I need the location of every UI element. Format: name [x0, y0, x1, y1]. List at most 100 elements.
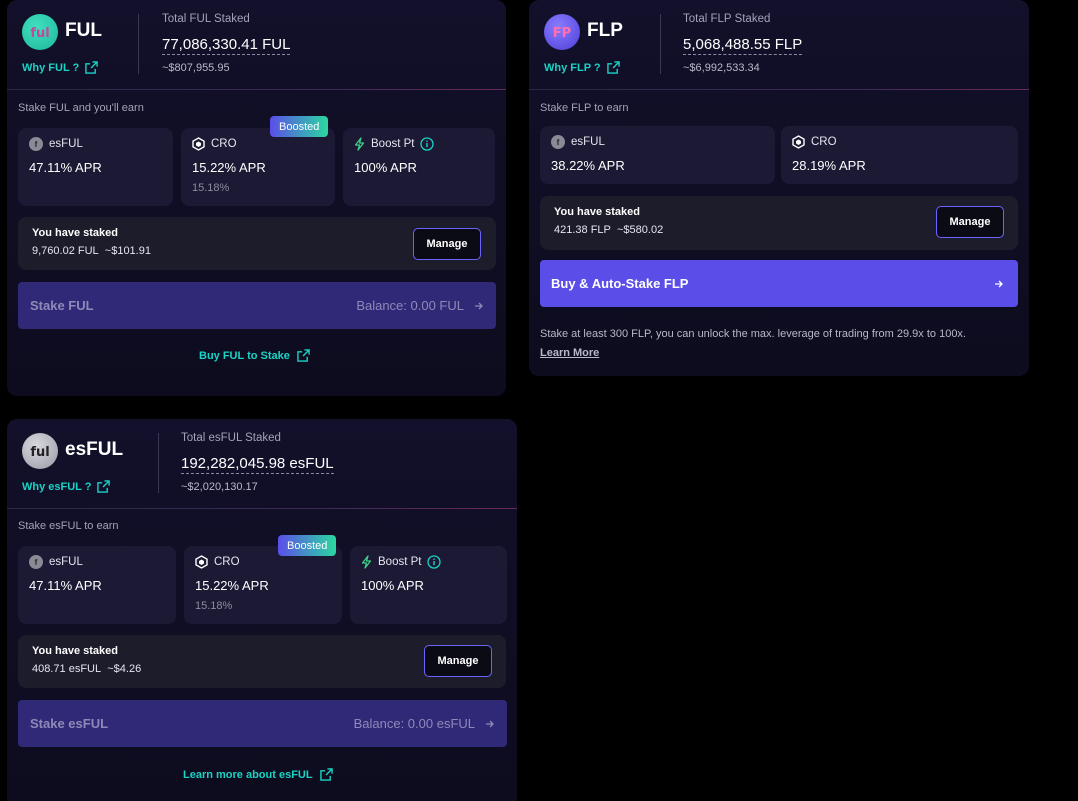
balance-label: Balance: 0.00 FUL: [356, 298, 464, 313]
staked-usd: ~$101.91: [104, 245, 151, 257]
reward-name: CRO: [811, 136, 837, 148]
reward-name: CRO: [211, 138, 237, 150]
balance-label: Balance: 0.00 esFUL: [353, 716, 475, 731]
reward-name: esFUL: [49, 138, 83, 150]
learn-more-esful-label: Learn more about esFUL: [183, 768, 313, 781]
reward-base-apr: 15.18%: [192, 182, 230, 194]
learn-more-esful-link[interactable]: Learn more about esFUL: [183, 768, 333, 781]
svg-text:ful: ful: [30, 445, 49, 460]
header-divider: [138, 14, 139, 74]
why-esful-label: Why esFUL ?: [22, 480, 92, 493]
staked-amount: 421.38 FLP: [554, 224, 611, 236]
staked-amount-row: 408.71 esFUL ~$4.26: [32, 663, 141, 675]
ful-staked-box: You have staked 9,760.02 FUL ~$101.91 Ma…: [18, 217, 496, 270]
reward-apr: 47.11% APR: [29, 578, 102, 593]
esful-icon: f: [551, 135, 565, 149]
reward-apr: 38.22% APR: [551, 158, 625, 173]
cro-icon: [192, 137, 205, 151]
staked-amount: 408.71 esFUL: [32, 663, 102, 675]
staked-title: You have staked: [32, 645, 118, 657]
external-link-icon: [606, 61, 620, 74]
flp-card-header: FP FLP Why FLP ? Total FLP Staked 5,068,…: [529, 0, 1029, 90]
ful-reward-boost: Boost Pt 100% APR: [343, 128, 495, 206]
bolt-icon: [361, 555, 372, 569]
staked-amount: 9,760.02 FUL: [32, 245, 99, 257]
why-esful-link[interactable]: Why esFUL ?: [22, 480, 111, 493]
stake-esful-button[interactable]: Stake esFUL Balance: 0.00 esFUL: [18, 700, 507, 747]
total-ful-usd: ~$807,955.95: [162, 62, 230, 74]
cro-icon: [195, 555, 208, 569]
buy-auto-stake-flp-button[interactable]: Buy & Auto-Stake FLP: [540, 260, 1018, 307]
flp-staked-box: You have staked 421.38 FLP ~$580.02 Mana…: [540, 196, 1018, 250]
arrow-right-icon: [486, 720, 494, 727]
bolt-icon: [354, 137, 365, 151]
staked-title: You have staked: [32, 227, 118, 239]
boosted-badge: Boosted: [278, 535, 337, 556]
staked-amount-row: 421.38 FLP ~$580.02: [554, 224, 663, 236]
buy-ful-label: Buy FUL to Stake: [199, 349, 290, 362]
reward-apr: 100% APR: [354, 160, 417, 175]
reward-apr: 28.19% APR: [792, 158, 866, 173]
buy-auto-stake-label: Buy & Auto-Stake FLP: [551, 276, 689, 291]
staked-amount-row: 9,760.02 FUL ~$101.91: [32, 245, 151, 257]
cro-icon: [792, 135, 805, 149]
staked-usd: ~$580.02: [617, 224, 664, 236]
esful-icon: f: [29, 555, 43, 569]
reward-apr: 47.11% APR: [29, 160, 102, 175]
ful-card-header: ful FUL Why FUL ? Total FUL Staked 77,08…: [7, 0, 506, 90]
reward-name: Boost Pt: [378, 556, 422, 568]
total-esful-usd: ~$2,020,130.17: [181, 481, 258, 493]
info-icon[interactable]: [420, 137, 435, 151]
esful-staked-box: You have staked 408.71 esFUL ~$4.26 Mana…: [18, 635, 506, 688]
total-esful-label: Total esFUL Staked: [181, 432, 281, 444]
esful-card-header: ful esFUL Why esFUL ? Total esFUL Staked…: [7, 419, 517, 509]
ful-logo: ful: [22, 14, 58, 50]
reward-apr: 100% APR: [361, 578, 424, 593]
arrow-right-icon: [475, 302, 483, 309]
learn-more-link[interactable]: Learn More: [540, 347, 599, 359]
reward-base-apr: 15.18%: [195, 600, 233, 612]
flp-title: FLP: [587, 20, 623, 41]
manage-button[interactable]: Manage: [936, 206, 1004, 238]
reward-name: esFUL: [571, 136, 605, 148]
total-ful-value: 77,086,330.41 FUL: [162, 36, 291, 55]
staked-title: You have staked: [554, 206, 640, 218]
flp-reward-esful: f esFUL 38.22% APR: [540, 126, 775, 184]
esful-card: ful esFUL Why esFUL ? Total esFUL Staked…: [7, 419, 517, 801]
total-flp-label: Total FLP Staked: [683, 13, 771, 25]
esful-reward-boost: Boost Pt 100% APR: [350, 546, 507, 624]
reward-name: Boost Pt: [371, 138, 415, 150]
manage-button[interactable]: Manage: [413, 228, 481, 260]
ful-reward-cro: CRO 15.22% APR 15.18%: [181, 128, 335, 206]
esful-reward-cro: CRO 15.22% APR 15.18%: [184, 546, 342, 624]
why-flp-link[interactable]: Why FLP ?: [544, 61, 620, 74]
boosted-badge: Boosted: [270, 116, 329, 137]
ful-title: FUL: [65, 20, 102, 41]
flp-reward-cro: CRO 28.19% APR: [781, 126, 1018, 184]
reward-name: CRO: [214, 556, 240, 568]
info-icon[interactable]: [427, 555, 442, 569]
reward-apr: 15.22% APR: [195, 578, 269, 593]
external-link-icon: [297, 349, 310, 362]
esful-reward-esful: f esFUL 47.11% APR: [18, 546, 176, 624]
esful-logo: ful: [22, 433, 58, 469]
buy-ful-link[interactable]: Buy FUL to Stake: [199, 349, 310, 362]
esful-title: esFUL: [65, 439, 124, 460]
reward-apr: 15.22% APR: [192, 160, 266, 175]
header-divider: [158, 433, 159, 493]
stake-ful-button[interactable]: Stake FUL Balance: 0.00 FUL: [18, 282, 496, 329]
total-esful-value: 192,282,045.98 esFUL: [181, 455, 334, 474]
total-flp-value: 5,068,488.55 FLP: [683, 36, 803, 55]
ful-reward-esful: f esFUL 47.11% APR: [18, 128, 173, 206]
why-ful-link[interactable]: Why FUL ?: [22, 61, 99, 74]
manage-button[interactable]: Manage: [424, 645, 492, 677]
external-link-icon: [97, 480, 111, 493]
flp-note: Stake at least 300 FLP, you can unlock t…: [540, 328, 966, 340]
svg-text:ful: ful: [30, 26, 49, 41]
why-ful-label: Why FUL ?: [22, 61, 80, 74]
arrow-right-icon: [995, 280, 1003, 287]
why-flp-label: Why FLP ?: [544, 61, 601, 74]
staked-usd: ~$4.26: [107, 663, 142, 675]
ful-earn-label: Stake FUL and you'll earn: [18, 102, 144, 114]
stake-label: Stake FUL: [30, 298, 94, 313]
